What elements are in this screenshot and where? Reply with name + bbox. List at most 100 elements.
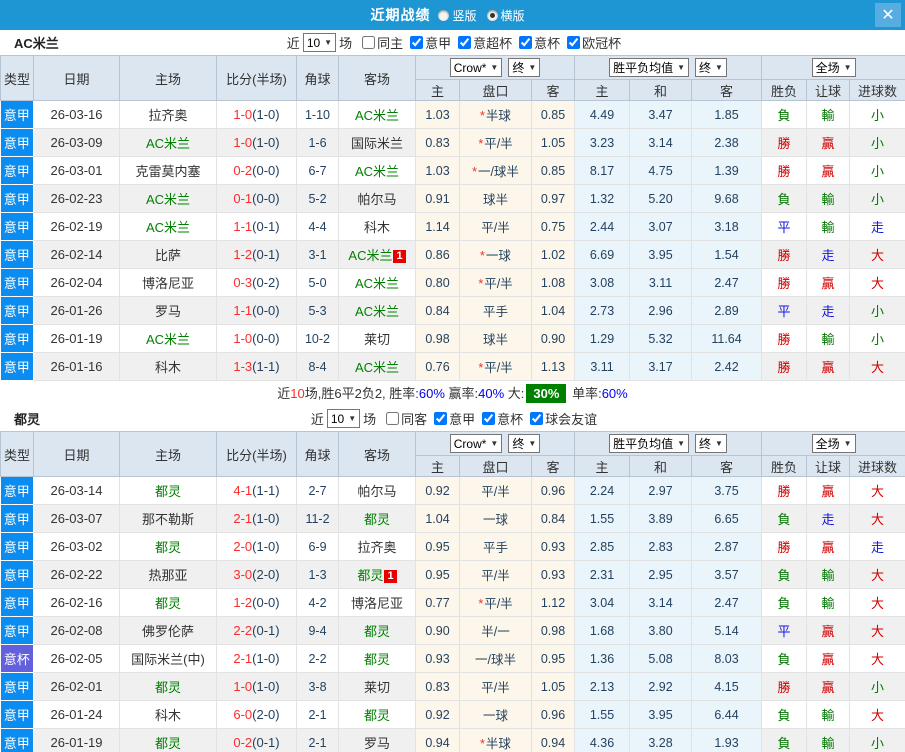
col-corner: 角球	[296, 55, 339, 101]
match-score: 3-0(2-0)	[216, 560, 297, 589]
scope-select[interactable]: 全场	[811, 58, 856, 77]
odds-away: 0.75	[531, 212, 576, 241]
home-team-name: 佛罗伦萨	[141, 624, 194, 639]
odds-stage-select[interactable]: 终	[508, 57, 541, 77]
checkbox-input[interactable]	[386, 412, 400, 425]
filter-checkbox-同主[interactable]: 同主	[355, 33, 403, 52]
checkbox-input[interactable]	[410, 36, 424, 49]
odds-away: 0.84	[531, 504, 576, 533]
filter-checkbox-同客[interactable]: 同客	[379, 409, 427, 428]
col-away: 客场	[338, 55, 416, 101]
col-avg-draw: 和	[629, 455, 693, 477]
period-select[interactable]: 10	[326, 409, 361, 428]
away-team-name: 帕尔马	[357, 192, 397, 207]
avg-home: 1.68	[574, 616, 631, 645]
filter-checkbox-球会友谊[interactable]: 球会友谊	[523, 409, 597, 428]
avg-metric-select[interactable]: 胜平负均值	[609, 58, 690, 77]
result-goals: 大	[849, 268, 905, 297]
avg-away: 6.65	[691, 504, 763, 533]
checkbox-label: 意甲	[425, 36, 452, 51]
avg-home: 1.36	[574, 644, 631, 673]
period-select[interactable]: 10	[302, 33, 337, 52]
result-handicap: 贏	[806, 128, 851, 157]
league-badge: 意甲	[0, 532, 34, 561]
odds-away: 1.04	[531, 296, 576, 325]
avg-draw: 3.14	[629, 128, 693, 157]
odds-away: 1.12	[531, 588, 576, 617]
stats-summary: 近10场,胜6平2负2, 胜率:60% 赢率:40% 大: 30% 单率:60%	[0, 381, 905, 406]
corner-score: 5-0	[296, 268, 339, 297]
full-time-score: 3-0	[233, 567, 253, 582]
corner-score: 3-1	[296, 240, 339, 269]
layout-radio-option[interactable]: 竖版	[438, 7, 477, 24]
summary-segment: 10	[290, 386, 305, 401]
half-time-score: (0-1)	[252, 247, 280, 262]
radio-icon[interactable]	[438, 9, 450, 21]
league-badge: 意甲	[0, 100, 34, 129]
match-row: 意甲 26-02-19 AC米兰 1-1(0-1) 4-4 科木 1.14 平/半 0.75 2.…	[0, 212, 905, 241]
result-handicap: 贏	[806, 672, 851, 701]
layout-radio-selected[interactable]: 横版	[486, 7, 525, 24]
odds-handicap: 平/半	[459, 672, 532, 701]
filter-checkbox-意杯[interactable]: 意杯	[475, 409, 523, 428]
col-home: 主场	[119, 55, 217, 101]
avg-draw: 2.97	[629, 476, 693, 505]
corner-score: 1-10	[296, 100, 339, 129]
checkbox-input[interactable]	[362, 36, 376, 49]
col-score: 比分(半场)	[216, 55, 297, 101]
result-goals: 走	[849, 532, 905, 561]
result-outcome: 勝	[761, 240, 808, 269]
avg-draw: 3.17	[629, 352, 693, 381]
full-time-score: 1-2	[233, 595, 253, 610]
result-goals: 走	[849, 212, 905, 241]
avg-stage-select[interactable]: 终	[695, 58, 727, 77]
section-away-team: 都灵 近10场同客意甲意杯球会友谊 类型 日期 主场 比分(半场) 角球 客场 …	[0, 406, 905, 752]
filter-checkbox-意甲[interactable]: 意甲	[403, 33, 451, 52]
result-outcome: 負	[761, 728, 808, 752]
away-team-name: 帕尔马	[357, 484, 397, 499]
filter-checkbox-意超杯[interactable]: 意超杯	[451, 33, 512, 52]
odds-away: 1.02	[531, 240, 576, 269]
close-button[interactable]: ✕	[875, 3, 901, 27]
corner-score: 11-2	[296, 504, 339, 533]
odds-company-select[interactable]: Crow*	[449, 434, 503, 454]
result-goals: 大	[849, 700, 905, 729]
avg-draw: 5.20	[629, 184, 693, 213]
checkbox-input[interactable]	[519, 36, 533, 49]
home-team: 佛罗伦萨	[119, 616, 217, 645]
away-team: AC米兰	[338, 100, 416, 129]
checkbox-input[interactable]	[567, 36, 581, 49]
away-team-name: 都灵	[363, 624, 390, 639]
result-handicap: 輸	[806, 100, 851, 129]
filter-checkbox-欧冠杯[interactable]: 欧冠杯	[560, 33, 621, 52]
live-odds-marker: *	[480, 109, 485, 123]
odds-away: 1.08	[531, 268, 576, 297]
handicap-line: 球半	[482, 333, 508, 347]
away-team: AC米兰	[338, 156, 416, 185]
odds-away: 0.98	[531, 616, 576, 645]
away-team-name: 莱切	[363, 332, 390, 347]
home-team: 那不勒斯	[119, 504, 217, 533]
match-score: 1-0(0-0)	[216, 324, 297, 353]
odds-handicap: 球半	[459, 184, 532, 213]
checkbox-input[interactable]	[530, 412, 544, 425]
checkbox-input[interactable]	[434, 412, 448, 425]
match-row: 意甲 26-01-26 罗马 1-1(0-0) 5-3 AC米兰 0.84 平手 1.04 2.7…	[0, 296, 905, 325]
league-badge: 意甲	[0, 560, 34, 589]
avg-metric-select[interactable]: 胜平负均值	[609, 434, 690, 453]
avg-stage-select[interactable]: 终	[695, 434, 727, 453]
radio-icon[interactable]	[486, 9, 498, 21]
checkbox-label: 球会友谊	[545, 412, 598, 427]
result-outcome: 負	[761, 504, 808, 533]
odds-home: 1.04	[415, 504, 460, 533]
home-team-name: 克雷莫内塞	[135, 164, 201, 179]
odds-company-select[interactable]: Crow*	[449, 58, 503, 78]
checkbox-input[interactable]	[458, 36, 472, 49]
filter-checkbox-意甲[interactable]: 意甲	[427, 409, 475, 428]
odds-stage-select[interactable]: 终	[508, 433, 541, 453]
scope-select[interactable]: 全场	[811, 434, 856, 453]
filter-checkbox-意杯[interactable]: 意杯	[512, 33, 560, 52]
league-badge: 意甲	[0, 268, 34, 297]
odds-home: 1.14	[415, 212, 460, 241]
checkbox-input[interactable]	[482, 412, 496, 425]
